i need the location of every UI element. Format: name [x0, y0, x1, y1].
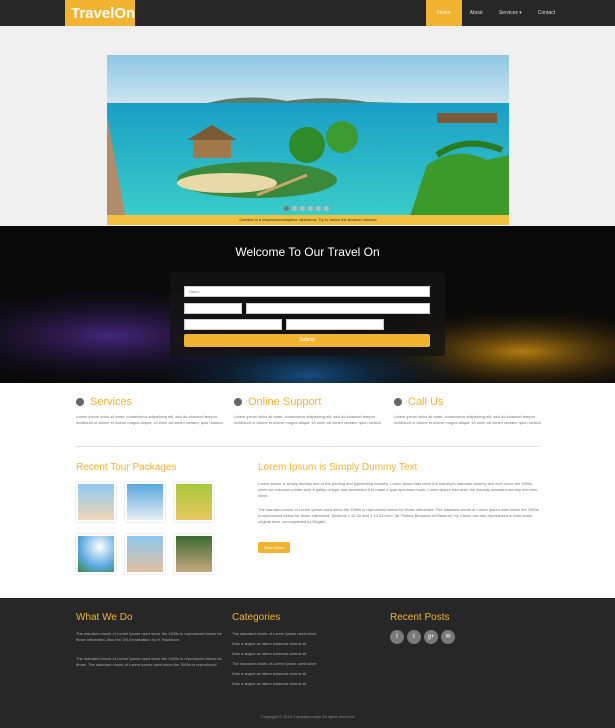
slider-dot[interactable]: [324, 206, 329, 211]
feature-support: Online Support Lorem ipsum dolor sit ame…: [234, 396, 384, 426]
select-field[interactable]: [246, 303, 430, 314]
slider-dot[interactable]: [284, 206, 289, 211]
slider-dot[interactable]: [316, 206, 321, 211]
footer-what-text: The standard chunk of Lorem Ipsum used s…: [76, 631, 222, 642]
facebook-icon[interactable]: f: [390, 630, 404, 644]
slider-dot[interactable]: [292, 206, 297, 211]
search-icon: [76, 398, 84, 406]
select-field[interactable]: [184, 303, 242, 314]
tour-thumbnail[interactable]: [76, 534, 116, 574]
date-field[interactable]: [184, 319, 282, 330]
category-link[interactable]: Duis a augue ac libero euismod viverra s…: [232, 679, 372, 689]
slide-caption: Camera is a responsive/adaptive slidesho…: [107, 215, 509, 225]
nav-contact[interactable]: Contact: [530, 0, 563, 26]
google-plus-icon[interactable]: g+: [424, 630, 438, 644]
date-field[interactable]: [286, 319, 384, 330]
beach-image: [107, 55, 509, 225]
site-footer: What We Do The standard chunk of Lorem I…: [0, 598, 615, 728]
tours-title: Recent Tour Packages: [76, 462, 177, 473]
category-link[interactable]: Duis a augue ac libero euismod viverra s…: [232, 639, 372, 649]
slider-dot[interactable]: [308, 206, 313, 211]
search-title: Welcome To Our Travel On: [235, 245, 380, 259]
divider: [75, 446, 540, 447]
read-more-button[interactable]: Read More: [258, 542, 290, 553]
nav-services[interactable]: Services ▾: [491, 0, 530, 26]
feature-title: Online Support: [248, 396, 322, 408]
slider-dots: [284, 206, 329, 211]
hero-slide[interactable]: Camera is a responsive/adaptive slidesho…: [107, 55, 509, 225]
search-form: Name Submit: [170, 272, 445, 356]
tour-thumbnail[interactable]: [125, 482, 165, 522]
footer-what-text: The standard chunk of Lorem Ipsum used s…: [76, 656, 222, 667]
tour-thumbnail[interactable]: [125, 534, 165, 574]
tour-thumbnail[interactable]: [174, 534, 214, 574]
feature-call: Call Us Lorem ipsum dolor sit amet, cons…: [394, 396, 544, 426]
feature-text: Lorem ipsum dolor sit amet, consectetur …: [394, 414, 542, 425]
about-paragraph: Lorem Ipsum is simply dummy text of the …: [258, 481, 538, 498]
about-title: Lorem Ipsum is Simply Dummy Text: [258, 462, 418, 473]
slider-area: Camera is a responsive/adaptive slidesho…: [0, 26, 615, 226]
nav-home[interactable]: Home: [426, 0, 462, 26]
feature-title: Services: [90, 396, 133, 408]
logo-text: TravelOn: [71, 5, 136, 22]
category-link[interactable]: The standard chunk of Lorem Ipsum used s…: [232, 659, 372, 669]
footer-categories-title: Categories: [232, 612, 281, 623]
footer-posts-title: Recent Posts: [390, 612, 450, 623]
feature-text: Lorem ipsum dolor sit amet, consectetur …: [76, 414, 224, 425]
category-link[interactable]: The standard chunk of Lorem Ipsum used s…: [232, 629, 372, 639]
nav-about[interactable]: About: [462, 0, 491, 26]
feature-services: Services Lorem ipsum dolor sit amet, con…: [76, 396, 226, 426]
site-header: TravelOn Home About Services ▾ Contact: [0, 0, 615, 50]
main-nav: Home About Services ▾ Contact: [426, 0, 563, 26]
tour-thumbnail[interactable]: [76, 482, 116, 522]
category-link[interactable]: Duis a augue ac libero euismod viverra s…: [232, 669, 372, 679]
category-list: The standard chunk of Lorem Ipsum used s…: [232, 629, 372, 689]
slider-dot[interactable]: [300, 206, 305, 211]
twitter-icon[interactable]: t: [407, 630, 421, 644]
feature-title: Call Us: [408, 396, 444, 408]
tour-thumbnail[interactable]: [174, 482, 214, 522]
feature-text: Lorem ipsum dolor sit amet, consectetur …: [234, 414, 382, 425]
phone-icon: [394, 398, 402, 406]
search-band: Welcome To Our Travel On Name Submit: [0, 226, 615, 383]
footer-what-title: What We Do: [76, 612, 133, 623]
category-link[interactable]: Duis a augue ac libero euismod viverra s…: [232, 649, 372, 659]
submit-button[interactable]: Submit: [184, 334, 430, 347]
about-paragraph: The standard chunk of Lorem Ipsum used s…: [258, 507, 539, 524]
name-field[interactable]: Name: [184, 286, 430, 297]
social-links: f t g+ ✉: [390, 630, 455, 644]
copyright: Copyright © 2016 Company name All rights…: [260, 714, 355, 719]
support-icon: [234, 398, 242, 406]
mail-icon[interactable]: ✉: [441, 630, 455, 644]
